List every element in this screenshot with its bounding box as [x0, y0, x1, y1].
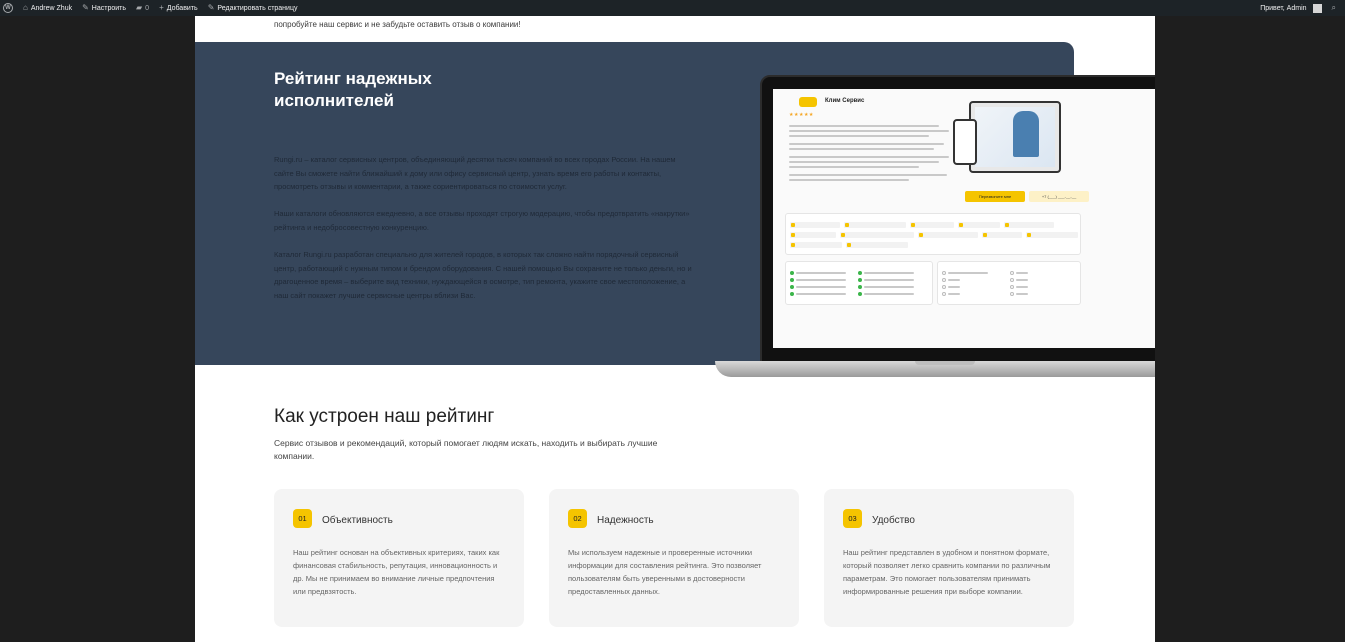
edit-page-link[interactable]: ✎ Редактировать страницу [203, 0, 303, 16]
screen-cons-box [937, 261, 1081, 305]
card-text: Наш рейтинг представлен в удобном и поня… [843, 548, 1051, 596]
screen-text-line [789, 161, 939, 163]
wp-logo-menu[interactable]: W [0, 0, 18, 16]
screen-phone-button: +7 (___) ___-__-__ [1029, 191, 1089, 202]
greeting-label: Привет, Admin [1260, 4, 1307, 12]
brush-icon: ✎ [82, 3, 89, 12]
home-icon: ⌂ [23, 3, 28, 12]
screen-text-line [789, 143, 944, 145]
screen-pros-box [785, 261, 933, 305]
wordpress-icon: W [3, 3, 13, 13]
feature-card: 01 Объективность Наш рейтинг основан на … [274, 489, 524, 627]
intro-text: попробуйте наш сервис и не забудьте оста… [274, 20, 521, 29]
my-account-menu[interactable]: Привет, Admin [1255, 0, 1326, 16]
add-new-label: Добавить [166, 4, 198, 12]
screen-call-button: Перезвоните мне [965, 191, 1025, 202]
section-title: Как устроен наш рейтинг [274, 406, 495, 427]
card-text: Мы используем надежные и проверенные ист… [568, 548, 762, 596]
screen-text-line [789, 135, 929, 137]
card-number-badge: 01 [293, 509, 312, 528]
screen-phone-image [953, 119, 977, 165]
screen-text-line [789, 125, 939, 127]
wp-admin-bar: W ⌂ Andrew Zhuk ✎ Настроить ▰ 0 + Добави… [0, 0, 1345, 16]
admin-search[interactable]: ⌕ [1327, 0, 1341, 16]
card-title: Удобство [872, 515, 915, 526]
page-content: попробуйте наш сервис и не забудьте оста… [195, 16, 1155, 642]
screen-text-line [789, 166, 919, 168]
banner-paragraph: Наши каталоги обновляются ежедневно, а в… [274, 209, 690, 232]
customize-label: Настроить [91, 4, 127, 12]
laptop-screen: Клим Сервис ★★★★★ Перезвоните мне +7 (__… [773, 89, 1155, 348]
avatar [1312, 3, 1322, 13]
feature-card: 02 Надежность Мы используем надежные и п… [549, 489, 799, 627]
card-number-badge: 02 [568, 509, 587, 528]
plus-icon: + [159, 3, 164, 12]
screen-text-line [789, 174, 947, 176]
customize-link[interactable]: ✎ Настроить [77, 0, 131, 16]
banner-title: Рейтинг надежных исполнителей [274, 69, 432, 110]
card-number-badge: 03 [843, 509, 862, 528]
screen-rating-stars: ★★★★★ [789, 112, 814, 118]
pencil-icon: ✎ [207, 3, 215, 12]
screen-company-name: Клим Сервис [825, 98, 865, 104]
company-logo [799, 97, 817, 107]
screen-services-box [785, 213, 1081, 255]
laptop-mockup: Клим Сервис ★★★★★ Перезвоните мне +7 (__… [760, 75, 1155, 363]
comment-icon: ▰ [136, 3, 143, 12]
section-subtitle: Сервис отзывов и рекомендаций, который п… [274, 438, 658, 461]
card-title: Объективность [322, 515, 393, 526]
comments-link[interactable]: ▰ 0 [131, 0, 154, 16]
screen-worker-image [1013, 111, 1039, 157]
search-icon: ⌕ [1331, 3, 1336, 12]
card-title: Надежность [597, 515, 654, 526]
new-content-menu[interactable]: + Добавить [154, 0, 203, 16]
site-name-menu[interactable]: ⌂ Andrew Zhuk [18, 0, 77, 16]
screen-text-line [789, 179, 909, 181]
site-name-label: Andrew Zhuk [30, 4, 73, 12]
laptop-base [715, 361, 1155, 377]
card-text: Наш рейтинг основан на объективных крите… [293, 548, 500, 596]
screen-text-line [789, 156, 949, 158]
banner-paragraph: Rungi.ru – каталог сервисных центров, об… [274, 155, 676, 191]
comments-count: 0 [145, 4, 150, 12]
banner-paragraph: Каталог Rungi.ru разработан специально д… [274, 250, 692, 300]
screen-text-line [789, 148, 934, 150]
screen-text-line [789, 130, 949, 132]
edit-page-label: Редактировать страницу [217, 4, 298, 12]
feature-card: 03 Удобство Наш рейтинг представлен в уд… [824, 489, 1074, 627]
